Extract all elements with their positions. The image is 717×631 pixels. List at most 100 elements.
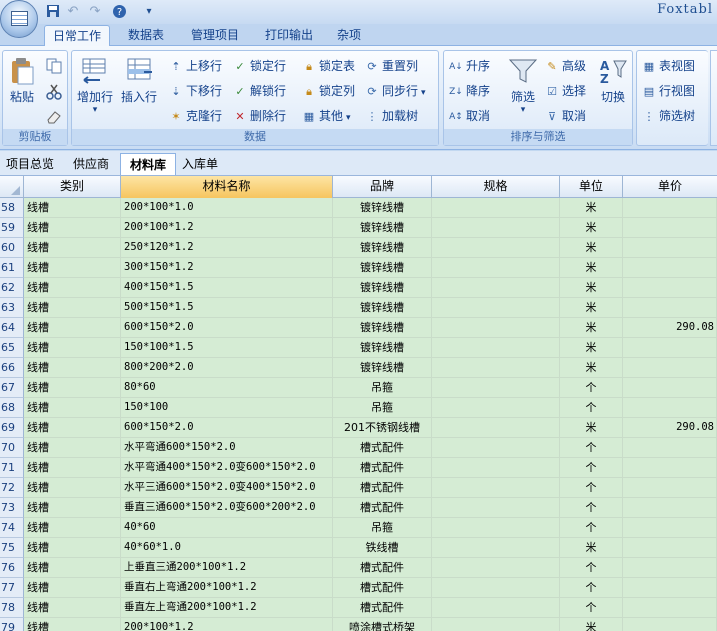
table-row[interactable]: 72 线槽 水平三通600*150*2.0变400*150*2.0 槽式配件 个 <box>0 478 717 498</box>
cell-price[interactable] <box>623 258 717 278</box>
cell-category[interactable]: 线槽 <box>24 498 121 518</box>
row-number[interactable]: 60 <box>0 238 24 258</box>
reset-column-button[interactable]: ⟳ 重置列 <box>364 55 418 77</box>
cell-unit[interactable]: 个 <box>560 458 623 478</box>
help-icon[interactable]: ? <box>110 2 128 20</box>
table-row[interactable]: 67 线槽 80*60 吊箍 个 <box>0 378 717 398</box>
cell-unit[interactable]: 米 <box>560 318 623 338</box>
row-number[interactable]: 59 <box>0 218 24 238</box>
cell-material-name[interactable]: 上垂直三通200*100*1.2 <box>121 558 333 578</box>
row-number[interactable]: 77 <box>0 578 24 598</box>
cell-price[interactable] <box>623 578 717 598</box>
tab-misc[interactable]: 杂项 <box>330 25 368 46</box>
cell-brand[interactable]: 镀锌线槽 <box>333 358 432 378</box>
tab-manage-project[interactable]: 管理项目 <box>182 25 248 46</box>
cell-price[interactable] <box>623 218 717 238</box>
table-row[interactable]: 75 线槽 40*60*1.0 铁线槽 米 <box>0 538 717 558</box>
cell-unit[interactable]: 米 <box>560 218 623 238</box>
cell-material-name[interactable]: 垂直三通600*150*2.0变600*200*2.0 <box>121 498 333 518</box>
cell-price[interactable] <box>623 238 717 258</box>
cell-category[interactable]: 线槽 <box>24 478 121 498</box>
cell-material-name[interactable]: 600*150*2.0 <box>121 418 333 438</box>
cell-spec[interactable] <box>432 338 560 358</box>
tab-project-overview[interactable]: 项目总览 <box>6 153 54 175</box>
cell-material-name[interactable]: 垂直左上弯通200*100*1.2 <box>121 598 333 618</box>
cell-material-name[interactable]: 150*100*1.5 <box>121 338 333 358</box>
cell-category[interactable]: 线槽 <box>24 598 121 618</box>
cell-price[interactable]: 290.08 <box>623 318 717 338</box>
cell-material-name[interactable]: 500*150*1.5 <box>121 298 333 318</box>
row-number[interactable]: 74 <box>0 518 24 538</box>
cell-spec[interactable] <box>432 498 560 518</box>
cell-material-name[interactable]: 400*150*1.5 <box>121 278 333 298</box>
cell-brand[interactable]: 镀锌线槽 <box>333 318 432 338</box>
cell-unit[interactable]: 米 <box>560 198 623 218</box>
cell-unit[interactable]: 个 <box>560 498 623 518</box>
redo-icon[interactable]: ↷ <box>86 2 104 20</box>
cell-unit[interactable]: 个 <box>560 478 623 498</box>
row-number[interactable]: 73 <box>0 498 24 518</box>
row-number[interactable]: 76 <box>0 558 24 578</box>
cell-category[interactable]: 线槽 <box>24 578 121 598</box>
lock-table-button[interactable]: 🔒︎ 锁定表 <box>301 55 355 77</box>
cell-category[interactable]: 线槽 <box>24 278 121 298</box>
cell-price[interactable] <box>623 438 717 458</box>
clone-row-button[interactable]: ✶ 克隆行 <box>168 105 222 127</box>
cell-brand[interactable]: 槽式配件 <box>333 438 432 458</box>
table-row[interactable]: 74 线槽 40*60 吊箍 个 <box>0 518 717 538</box>
cell-category[interactable]: 线槽 <box>24 338 121 358</box>
cell-category[interactable]: 线槽 <box>24 458 121 478</box>
cell-category[interactable]: 线槽 <box>24 558 121 578</box>
cell-price[interactable] <box>623 598 717 618</box>
cell-brand[interactable]: 镀锌线槽 <box>333 238 432 258</box>
cell-brand[interactable]: 喷涂槽式桥架 <box>333 618 432 631</box>
cell-spec[interactable] <box>432 418 560 438</box>
tab-inbound[interactable]: 入库单 <box>182 153 218 175</box>
cell-spec[interactable] <box>432 538 560 558</box>
cell-price[interactable] <box>623 558 717 578</box>
cancel-filter-button[interactable]: ⊽ 取消 <box>544 105 586 127</box>
row-number[interactable]: 78 <box>0 598 24 618</box>
sync-row-button[interactable]: ⟳ 同步行 ▾ <box>364 80 425 102</box>
table-row[interactable]: 68 线槽 150*100 吊箍 个 <box>0 398 717 418</box>
cell-material-name[interactable]: 80*60 <box>121 378 333 398</box>
cell-material-name[interactable]: 垂直右上弯通200*100*1.2 <box>121 578 333 598</box>
column-header-unit[interactable]: 单位 <box>560 176 623 198</box>
tab-print-output[interactable]: 打印输出 <box>256 25 322 46</box>
cell-category[interactable]: 线槽 <box>24 518 121 538</box>
move-row-up-button[interactable]: ⇡ 上移行 <box>168 55 222 77</box>
cell-category[interactable]: 线槽 <box>24 218 121 238</box>
unlock-row-button[interactable]: ✓ 解锁行 <box>232 80 286 102</box>
cell-unit[interactable]: 米 <box>560 298 623 318</box>
cell-brand[interactable]: 镀锌线槽 <box>333 218 432 238</box>
table-row[interactable]: 59 线槽 200*100*1.2 镀锌线槽 米 <box>0 218 717 238</box>
row-number[interactable]: 72 <box>0 478 24 498</box>
cell-material-name[interactable]: 40*60*1.0 <box>121 538 333 558</box>
table-row[interactable]: 66 线槽 800*200*2.0 镀锌线槽 米 <box>0 358 717 378</box>
cell-material-name[interactable]: 150*100 <box>121 398 333 418</box>
add-row-dropdown-icon[interactable]: ▾ <box>75 105 115 115</box>
sort-cancel-button[interactable]: A↕ 取消 <box>448 105 490 127</box>
column-header-spec[interactable]: 规格 <box>432 176 560 198</box>
cell-spec[interactable] <box>432 238 560 258</box>
cell-brand[interactable]: 镀锌线槽 <box>333 258 432 278</box>
cell-category[interactable]: 线槽 <box>24 618 121 631</box>
cell-spec[interactable] <box>432 598 560 618</box>
column-header-brand[interactable]: 品牌 <box>333 176 432 198</box>
cell-unit[interactable]: 米 <box>560 618 623 631</box>
select-all-corner[interactable] <box>0 176 24 198</box>
cell-price[interactable] <box>623 618 717 631</box>
table-row[interactable]: 58 线槽 200*100*1.0 镀锌线槽 米 <box>0 198 717 218</box>
cell-category[interactable]: 线槽 <box>24 298 121 318</box>
lock-column-button[interactable]: 🔒︎ 锁定列 <box>301 80 355 102</box>
cell-brand[interactable]: 槽式配件 <box>333 458 432 478</box>
column-header-category[interactable]: 类别 <box>24 176 121 198</box>
cell-category[interactable]: 线槽 <box>24 198 121 218</box>
row-number[interactable]: 64 <box>0 318 24 338</box>
cell-unit[interactable]: 个 <box>560 398 623 418</box>
row-number[interactable]: 79 <box>0 618 24 631</box>
cell-unit[interactable]: 米 <box>560 358 623 378</box>
row-number[interactable]: 63 <box>0 298 24 318</box>
column-header-material-name[interactable]: 材料名称 <box>121 176 333 198</box>
other-button[interactable]: ▦ 其他 ▾ <box>301 105 351 127</box>
